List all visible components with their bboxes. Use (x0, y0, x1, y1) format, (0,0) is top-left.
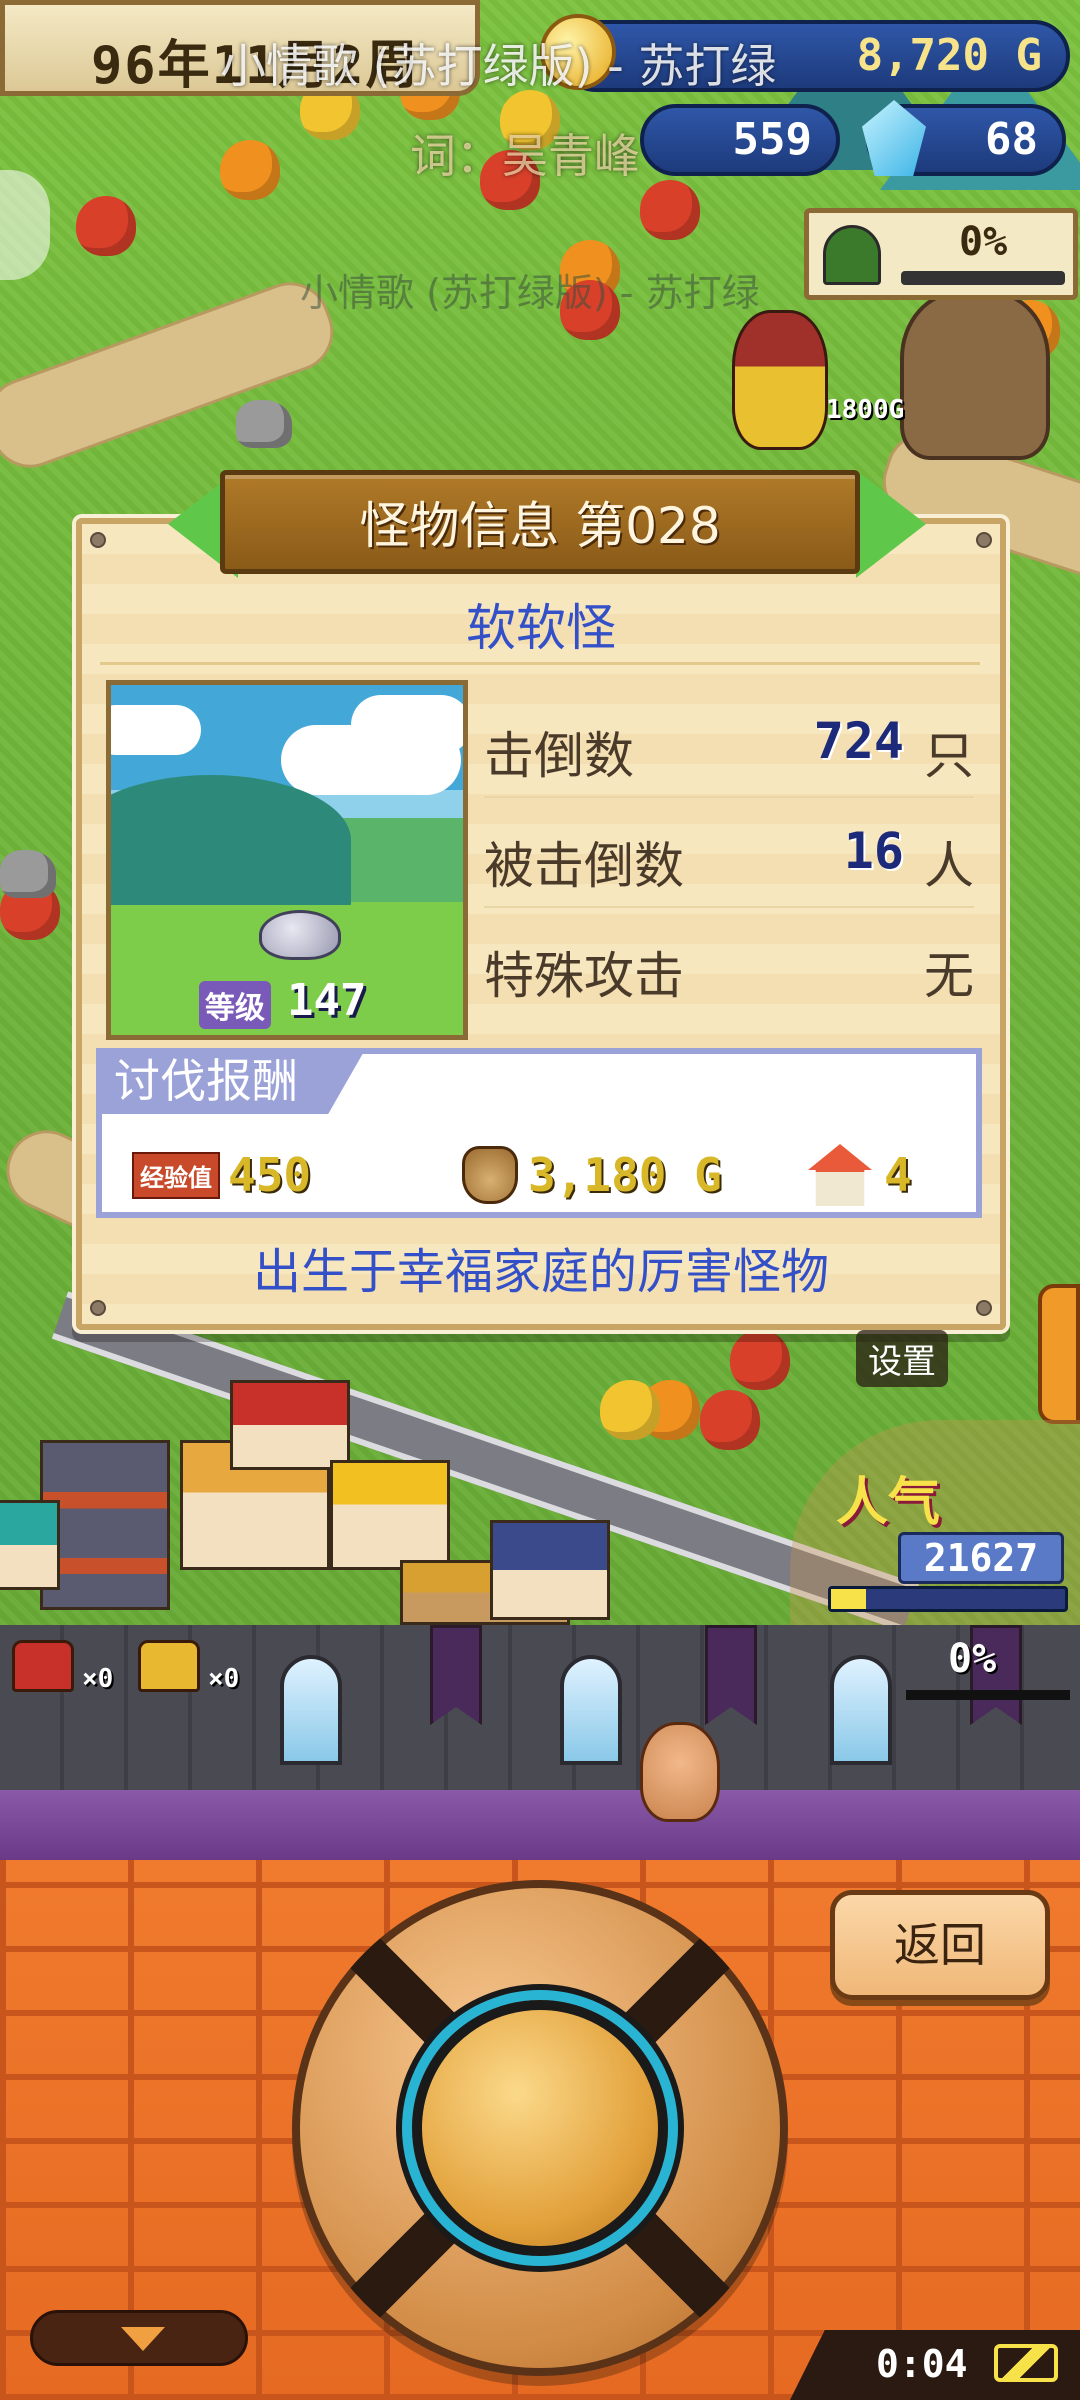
collapse-button[interactable] (30, 2310, 248, 2366)
next-monster-arrow[interactable] (856, 470, 926, 578)
red-chest-icon (12, 1640, 74, 1692)
reward-exp: 经验值 450 (132, 1148, 311, 1202)
tree (700, 1390, 760, 1450)
quest-progress-panel[interactable]: 0% (804, 208, 1078, 300)
stat-label: 被击倒数 (484, 837, 684, 895)
stat-unit: 只 (924, 727, 974, 785)
lyric-line: 小情歌 (苏打绿版) - 苏打绿 (300, 271, 760, 315)
lyric-line: 小情歌 (苏打绿版) - 苏打绿 (220, 39, 777, 93)
adventurer-knight[interactable] (732, 310, 828, 450)
cloud (351, 695, 463, 755)
stat-value: 16 (843, 822, 904, 880)
house-value: 4 (884, 1148, 912, 1202)
stat-label: 击倒数 (484, 727, 634, 785)
quest-progress-bar (901, 271, 1065, 285)
gold-chest-icon (138, 1640, 200, 1692)
stat-row-defeats: 击倒数 724 只 (484, 690, 974, 798)
reward-box: 讨伐报酬 经验值 450 3,180 G 4 (96, 1048, 982, 1218)
stat-value: 无 (924, 947, 974, 1005)
slime-monster (259, 910, 341, 960)
action-button[interactable] (412, 2000, 668, 2256)
battery-charging-icon (994, 2344, 1058, 2382)
red-chest-count: ×0 (82, 1664, 114, 1694)
tree (76, 196, 136, 256)
settings-button[interactable]: 设置 (856, 1330, 948, 1387)
dialog-title: 怪物信息 第028 (220, 470, 860, 574)
castle-window (280, 1655, 342, 1765)
cave-icon (823, 225, 881, 285)
stat-display: 559 (640, 104, 840, 176)
rivet (90, 1300, 106, 1316)
stat-row-special-attack: 特殊攻击 无 (484, 910, 974, 1018)
rock (0, 850, 56, 898)
level-value: 147 (287, 975, 367, 1026)
castle-progress-bar (906, 1690, 1070, 1700)
level-label: 等级 (199, 981, 271, 1029)
tree-monster[interactable] (900, 290, 1050, 460)
shop-building[interactable] (0, 1500, 60, 1590)
popularity-value: 21627 (898, 1532, 1064, 1584)
popularity-bar (828, 1586, 1068, 1612)
divider (100, 662, 980, 665)
clock: 0:04 (876, 2342, 968, 2386)
castle-banner (705, 1625, 757, 1725)
pig-monster (640, 1722, 720, 1822)
rivet (90, 532, 106, 548)
stat-label: 特殊攻击 (484, 947, 684, 1005)
monster-portrait: 等级 147 (106, 680, 468, 1040)
popularity-label: 人气 (836, 1473, 941, 1533)
tree (640, 180, 700, 240)
stat-row-defeated-by: 被击倒数 16 人 (484, 800, 974, 908)
rivet (976, 532, 992, 548)
cloud (111, 705, 201, 755)
tree (600, 1380, 660, 1440)
rock (236, 400, 292, 448)
side-menu-tab[interactable] (1038, 1284, 1080, 1424)
tree (220, 140, 280, 200)
castle-banner (430, 1625, 482, 1725)
quest-progress-value: 0% (959, 219, 1008, 265)
popularity-bar-fill (831, 1589, 867, 1609)
exp-value: 450 (228, 1148, 312, 1202)
shop-building[interactable] (330, 1460, 450, 1570)
dirt-path (0, 271, 345, 479)
price-tag: 1800G (826, 395, 905, 425)
reward-title: 讨伐报酬 (96, 1048, 366, 1114)
shop-building[interactable] (230, 1380, 350, 1470)
house-icon (808, 1144, 872, 1206)
castle-floor (0, 1790, 1080, 1860)
stat-unit: 人 (924, 837, 974, 895)
chevron-down-icon (121, 2327, 165, 2351)
castle-progress-value: 0% (948, 1636, 997, 1682)
money-bag-icon (462, 1146, 518, 1204)
exp-label: 经验值 (132, 1151, 220, 1199)
tree (730, 1330, 790, 1390)
reward-house: 4 (808, 1144, 912, 1206)
castle-window (830, 1655, 892, 1765)
side-menu-handle[interactable] (0, 170, 50, 280)
gold-value: 3,180 G (528, 1148, 722, 1202)
reward-gold: 3,180 G (462, 1146, 722, 1204)
back-button[interactable]: 返回 (830, 1890, 1050, 2000)
gold-chest-count: ×0 (208, 1664, 240, 1694)
stat-value: 724 (813, 712, 904, 770)
monster-name: 软软怪 (466, 599, 616, 657)
rivet (976, 1300, 992, 1316)
lyric-line: 词：吴青峰 (410, 129, 640, 183)
monster-description: 出生于幸福家庭的厉害怪物 (252, 1244, 829, 1300)
shop-building[interactable] (490, 1520, 610, 1620)
castle-window (560, 1655, 622, 1765)
